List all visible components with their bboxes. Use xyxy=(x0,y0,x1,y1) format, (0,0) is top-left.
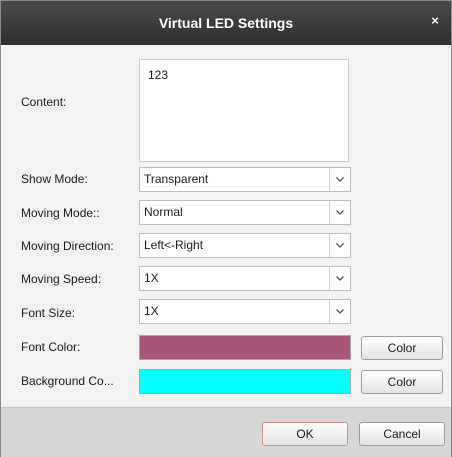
moving-speed-select[interactable]: 1X xyxy=(139,266,351,291)
show-mode-value: Transparent xyxy=(144,172,209,186)
moving-mode-value: Normal xyxy=(144,205,183,219)
virtual-led-settings-dialog: Virtual LED Settings × Content: 123 Show… xyxy=(0,0,452,457)
moving-direction-label: Moving Direction: xyxy=(21,239,114,253)
font-size-label: Font Size: xyxy=(21,306,76,320)
moving-speed-label: Moving Speed: xyxy=(21,272,102,286)
content-label: Content: xyxy=(21,95,67,109)
content-value: 123 xyxy=(148,68,169,82)
font-color-button[interactable]: Color xyxy=(361,336,443,360)
moving-speed-value: 1X xyxy=(144,271,159,285)
cancel-button[interactable]: Cancel xyxy=(359,422,445,446)
ok-button[interactable]: OK xyxy=(262,422,348,446)
moving-mode-select[interactable]: Normal xyxy=(139,200,351,225)
background-color-swatch[interactable] xyxy=(139,369,351,394)
dialog-footer: OK Cancel xyxy=(1,407,451,457)
moving-mode-label: Moving Mode:: xyxy=(21,206,100,220)
dialog-title: Virtual LED Settings xyxy=(158,15,294,31)
content-textarea[interactable]: 123 xyxy=(139,59,349,162)
show-mode-select[interactable]: Transparent xyxy=(139,167,351,192)
chevron-down-icon[interactable] xyxy=(329,234,350,257)
font-color-swatch[interactable] xyxy=(139,335,351,360)
show-mode-label: Show Mode: xyxy=(21,172,88,186)
chevron-down-icon[interactable] xyxy=(329,201,350,224)
dialog-titlebar: Virtual LED Settings × xyxy=(1,1,451,45)
chevron-down-icon[interactable] xyxy=(329,168,350,191)
background-color-button[interactable]: Color xyxy=(361,370,443,394)
chevron-down-icon[interactable] xyxy=(329,267,350,290)
moving-direction-value: Left<-Right xyxy=(144,238,204,252)
close-icon[interactable]: × xyxy=(427,13,443,29)
font-size-select[interactable]: 1X xyxy=(139,299,351,324)
moving-direction-select[interactable]: Left<-Right xyxy=(139,233,351,258)
background-color-label: Background Co... xyxy=(21,374,114,388)
font-color-label: Font Color: xyxy=(21,340,81,354)
chevron-down-icon[interactable] xyxy=(329,300,350,323)
font-size-value: 1X xyxy=(144,304,159,318)
